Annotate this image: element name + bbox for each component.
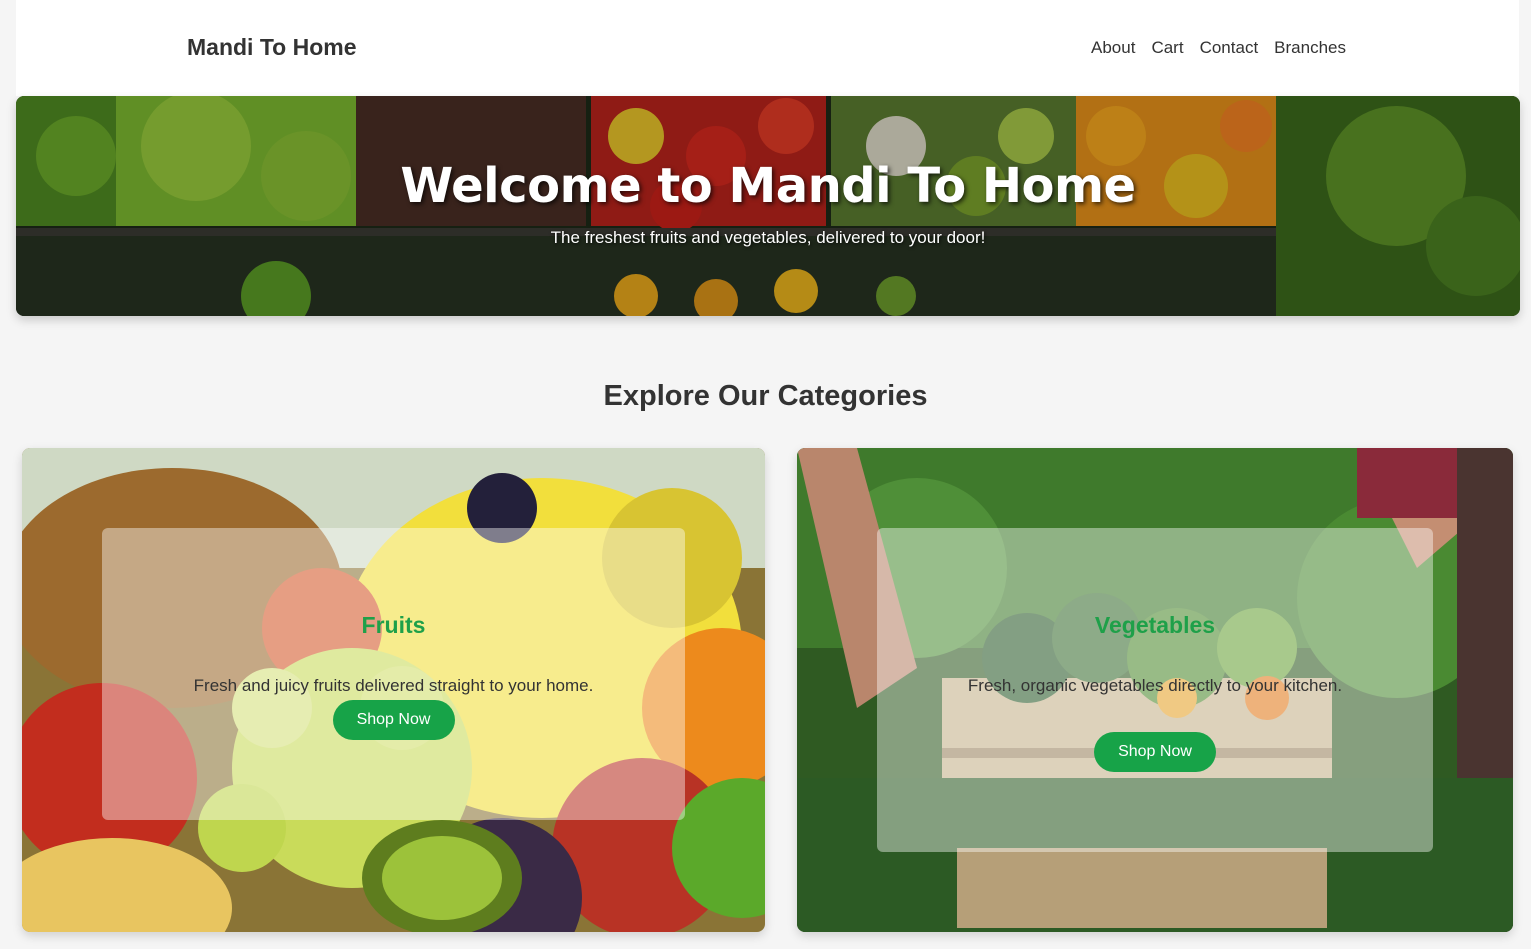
fruits-overlay: Fruits Fresh and juicy fruits delivered …: [102, 528, 685, 820]
brand-logo-text[interactable]: Mandi To Home: [187, 34, 357, 61]
vegetables-overlay: Vegetables Fresh, organic vegetables dir…: [877, 528, 1433, 852]
hero-banner: Welcome to Mandi To Home The freshest fr…: [16, 96, 1520, 316]
navbar: Mandi To Home About Cart Contact Branche…: [16, 0, 1519, 96]
category-desc-fruits: Fresh and juicy fruits delivered straigh…: [193, 676, 594, 695]
hero-subtitle: The freshest fruits and vegetables, deli…: [550, 228, 986, 247]
hero-title: Welcome to Mandi To Home: [400, 158, 1136, 214]
category-title-vegetables: Vegetables: [1094, 612, 1216, 638]
shop-now-vegetables-button[interactable]: Shop Now: [1094, 732, 1216, 772]
nav-link-contact[interactable]: Contact: [1200, 38, 1259, 58]
category-title-fruits: Fruits: [361, 612, 426, 638]
nav-links: About Cart Contact Branches: [1091, 38, 1346, 58]
nav-link-branches[interactable]: Branches: [1274, 38, 1346, 58]
category-desc-vegetables: Fresh, organic vegetables directly to yo…: [967, 676, 1343, 695]
categories-heading: Explore Our Categories: [603, 380, 928, 412]
nav-link-about[interactable]: About: [1091, 38, 1135, 58]
category-card-vegetables: Vegetables Fresh, organic vegetables dir…: [797, 448, 1513, 932]
category-card-fruits: Fruits Fresh and juicy fruits delivered …: [22, 448, 765, 932]
nav-link-cart[interactable]: Cart: [1151, 38, 1183, 58]
shop-now-fruits-button[interactable]: Shop Now: [332, 700, 455, 740]
